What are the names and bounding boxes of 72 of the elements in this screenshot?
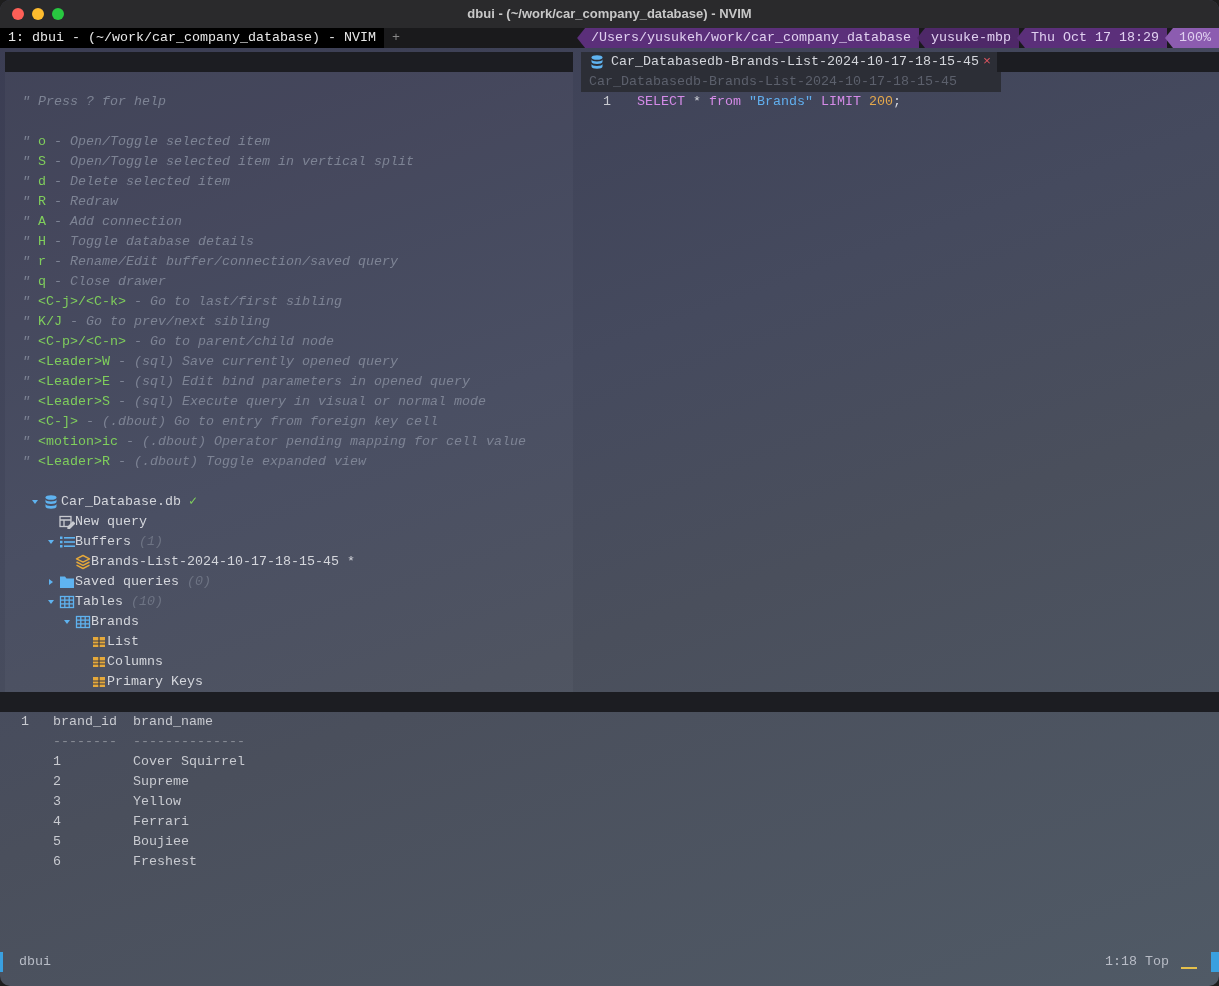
help-line: " S - Open/Toggle selected item in vertical split <box>22 153 415 171</box>
close-icon[interactable]: × <box>982 52 991 72</box>
table-cell-text: Yellow <box>133 793 181 811</box>
help-line: " q - Close drawer <box>22 273 167 291</box>
table-icon <box>75 615 91 629</box>
help-line: " K/J - Go to prev/next sibling <box>22 313 271 331</box>
tmux-status-segment: yusuke-mbp <box>917 28 1019 48</box>
buffer-tab[interactable]: Car_Databasedb-Brands-List-2024-10-17-18-15-45 × <box>581 52 997 72</box>
tree-item-label[interactable]: Buffers <box>75 532 131 552</box>
column-header: brand_id <box>53 713 118 731</box>
tmux-status-segment: 100% <box>1165 28 1219 48</box>
table-icon <box>91 635 107 649</box>
table-cell-text: Cover Squirrel <box>133 753 245 771</box>
window-title: dbui - (~/work/car_company_database) - NVIM <box>467 5 752 23</box>
database-icon <box>591 55 603 69</box>
tree-item-label[interactable]: Columns <box>107 652 163 672</box>
cursor-position: 1:18 Top <box>1105 953 1169 971</box>
expanded-arrow-icon[interactable] <box>32 499 38 505</box>
line-number: 1 <box>602 93 612 111</box>
table-cell-text: 2 <box>53 773 62 791</box>
tmux-window-tab[interactable]: 1: dbui - (~/work/car_company_database) - NVIM <box>0 28 384 48</box>
database-icon <box>45 495 57 509</box>
help-line: " H - Toggle database details <box>22 233 255 251</box>
edit-table-icon <box>59 515 75 529</box>
table-cell-text: 5 <box>53 833 62 851</box>
table-icon <box>91 675 107 689</box>
help-line: " r - Rename/Edit buffer/connection/saved query <box>22 253 399 271</box>
table-icon <box>91 655 107 669</box>
tmux-status-segment: /Users/yusukeh/work/car_company_database <box>577 28 920 48</box>
table-cell-text: 1 <box>53 753 62 771</box>
window-controls-icon[interactable] <box>12 8 64 20</box>
list-icon <box>59 535 75 549</box>
buffer-name: dbui <box>19 953 51 971</box>
collapsed-arrow-icon[interactable] <box>48 579 54 585</box>
table-cell-text: Freshest <box>133 853 197 871</box>
table-cell-text: 3 <box>53 793 62 811</box>
expanded-arrow-icon[interactable] <box>64 619 70 625</box>
table-icon <box>59 595 75 609</box>
column-separator: -------------- <box>133 733 245 751</box>
sql-code-line: SELECT * from "Brands" LIMIT 200; <box>637 93 901 111</box>
modified-mark: * <box>345 553 355 571</box>
help-line: " Press ? for help <box>22 93 167 111</box>
tree-item-label[interactable]: New query <box>75 512 147 532</box>
tree-item-label[interactable]: List <box>107 632 139 652</box>
mode-indicator <box>1211 952 1219 972</box>
table-cell-text: 6 <box>53 853 62 871</box>
connected-check: ✓ <box>187 493 197 511</box>
help-line: " A - Add connection <box>22 213 183 231</box>
expanded-arrow-icon[interactable] <box>48 599 54 605</box>
tmux-status-segment: Thu Oct 17 18:29 <box>1017 28 1167 48</box>
column-separator: -------- <box>53 733 118 751</box>
expanded-arrow-icon[interactable] <box>48 539 54 545</box>
tree-item-label[interactable]: Saved queries <box>75 572 179 592</box>
tmux-window-tab[interactable]: + <box>383 28 408 48</box>
tree-item-label[interactable]: Brands <box>91 612 139 632</box>
table-cell-text: Boujiee <box>133 833 189 851</box>
cursor <box>1181 967 1197 969</box>
tree-item-label[interactable]: Tables <box>75 592 123 612</box>
help-line: " <C-j>/<C-k> - Go to last/first sibling <box>22 293 343 311</box>
tree-item-label[interactable]: Brands-List-2024-10-17-18-15-45 <box>91 552 339 572</box>
tree-item-label[interactable]: Primary Keys <box>107 672 203 692</box>
help-line: " R - Redraw <box>22 193 120 211</box>
help-line: " d - Delete selected item <box>22 173 231 191</box>
column-header: brand_name <box>133 713 213 731</box>
tree-item-label[interactable]: Car_Database.db <box>61 492 181 512</box>
help-line: " o - Open/Toggle selected item <box>22 133 271 151</box>
folder-icon <box>59 575 75 589</box>
table-cell-text: Supreme <box>133 773 189 791</box>
layers-icon <box>75 554 91 570</box>
table-cell-text: 4 <box>53 813 62 831</box>
table-cell-text: Ferrari <box>133 813 189 831</box>
line-number: 1 <box>20 713 30 731</box>
